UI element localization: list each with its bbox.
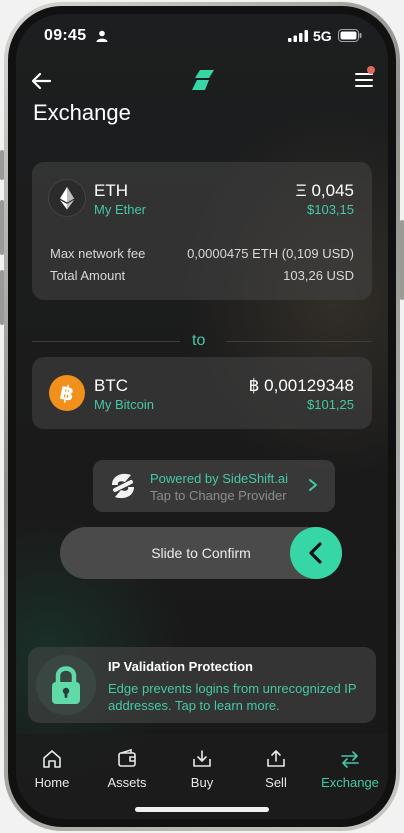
- total-label: Total Amount: [50, 268, 126, 283]
- to-coin-code: BTC: [94, 376, 128, 395]
- from-wallet-name: My Ether: [94, 202, 147, 217]
- sell-icon: [267, 750, 285, 767]
- ip-card-title: IP Validation Protection: [108, 659, 253, 674]
- tab-home[interactable]: Home: [16, 742, 88, 792]
- from-amount: Ξ 0,045: [295, 181, 354, 200]
- chevron-left-icon: [309, 542, 322, 564]
- volume-down-button: [0, 270, 4, 325]
- lock-icon: [52, 666, 80, 704]
- volume-up-button: [0, 200, 4, 255]
- power-button: [400, 220, 404, 300]
- lock-icon-bg: [36, 655, 96, 715]
- tab-sell-label: Sell: [265, 775, 287, 790]
- battery-icon: [338, 29, 362, 42]
- from-coin-code: ETH: [94, 181, 128, 200]
- slide-to-confirm-track[interactable]: Slide to Confirm: [60, 527, 342, 579]
- app-screen: 09:45 5G Exchange ETH My Ether Ξ 0,045 $…: [16, 14, 388, 819]
- status-time: 09:45: [44, 27, 87, 44]
- from-wallet-card[interactable]: ETH My Ether Ξ 0,045 $103,15 Max network…: [32, 162, 372, 300]
- to-wallet-name: My Bitcoin: [94, 397, 154, 412]
- svg-text:฿: ฿: [58, 380, 77, 406]
- wallet-icon: [118, 748, 136, 767]
- btc-coin-icon: ฿: [49, 375, 85, 411]
- tab-assets-label: Assets: [107, 775, 147, 790]
- fee-label: Max network fee: [50, 246, 146, 261]
- to-label: to: [192, 332, 206, 349]
- ip-validation-card[interactable]: IP Validation Protection Edge prevents l…: [28, 647, 376, 723]
- tab-home-label: Home: [34, 775, 70, 790]
- edge-logo-icon: [192, 70, 214, 90]
- to-fiat-amount: $101,25: [307, 397, 354, 412]
- from-fiat-amount: $103,15: [307, 202, 354, 217]
- eth-coin-icon: [49, 180, 85, 216]
- provider-name: Powered by SideShift.ai: [150, 471, 289, 486]
- home-icon: [43, 750, 61, 768]
- notification-dot: [367, 66, 375, 74]
- fee-value: 0,0000475 ETH (0,109 USD): [187, 246, 354, 261]
- person-icon: [96, 30, 108, 42]
- buy-icon: [193, 750, 211, 767]
- divider-right: [226, 341, 372, 342]
- mute-switch: [0, 150, 4, 180]
- status-bar: 09:45 5G: [16, 14, 388, 60]
- to-amount: ฿ 0,00129348: [248, 376, 354, 395]
- total-value: 103,26 USD: [283, 268, 354, 283]
- tab-exchange[interactable]: Exchange: [314, 742, 386, 792]
- tab-buy-label: Buy: [190, 775, 214, 790]
- sideshift-logo-icon: [112, 473, 134, 499]
- exchange-icon: [341, 751, 359, 768]
- network-type: 5G: [313, 28, 332, 44]
- ip-card-body: Edge prevents logins from unrecognized I…: [108, 681, 357, 713]
- provider-hint: Tap to Change Provider: [150, 488, 287, 503]
- tab-sell[interactable]: Sell: [240, 742, 312, 792]
- tab-exchange-label: Exchange: [321, 775, 379, 790]
- change-provider-button[interactable]: Powered by SideShift.ai Tap to Change Pr…: [93, 460, 335, 512]
- back-arrow-icon[interactable]: [30, 70, 52, 92]
- tab-buy[interactable]: Buy: [166, 742, 238, 792]
- divider-left: [32, 341, 180, 342]
- slide-to-confirm-handle[interactable]: [290, 527, 342, 579]
- page-title: Exchange: [33, 100, 131, 125]
- to-wallet-card[interactable]: ฿ BTC My Bitcoin ฿ 0,00129348 $101,25: [32, 357, 372, 429]
- signal-icon: [288, 30, 308, 42]
- home-indicator[interactable]: [135, 807, 269, 812]
- tab-assets[interactable]: Assets: [91, 742, 163, 792]
- chevron-right-icon: [309, 479, 317, 491]
